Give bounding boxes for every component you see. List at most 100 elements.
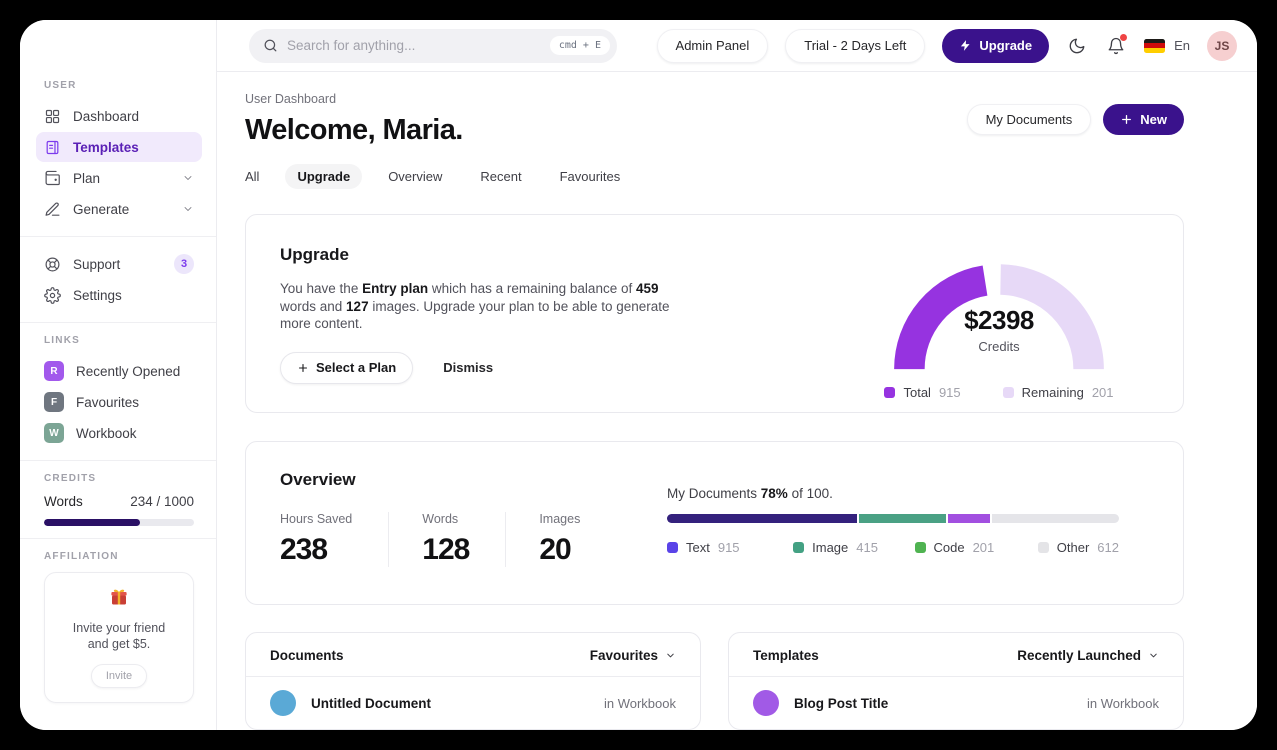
select-plan-button[interactable]: Select a Plan — [280, 351, 414, 384]
legend-item-code: Code 201 — [914, 540, 1038, 555]
sidebar-item-label: Settings — [73, 287, 122, 303]
tabs: All Upgrade Overview Recent Favourites — [245, 164, 1184, 189]
sidebar-link-label: Recently Opened — [76, 363, 181, 379]
document-name: Untitled Document — [311, 695, 431, 711]
document-avatar — [270, 690, 296, 716]
documents-stacked-bar — [667, 514, 1119, 523]
legend-swatch — [914, 542, 926, 553]
trial-badge[interactable]: Trial - 2 Days Left — [785, 28, 926, 63]
sidebar-item-label: Templates — [73, 139, 139, 155]
search-placeholder: Search for anything... — [287, 38, 416, 53]
search-shortcut-badge: cmd + E — [549, 36, 610, 55]
legend-swatch — [793, 542, 805, 553]
new-button[interactable]: New — [1103, 104, 1184, 135]
legend-item-image: Image 415 — [793, 540, 914, 555]
tab-upgrade[interactable]: Upgrade — [285, 164, 363, 189]
topbar: Search for anything... cmd + E Admin Pan… — [217, 20, 1257, 72]
document-list-item[interactable]: Untitled Document in Workbook — [246, 677, 700, 729]
search-input[interactable]: Search for anything... cmd + E — [249, 28, 617, 63]
gauge-legend: Total 915 Remaining 201 — [849, 385, 1149, 400]
sidebar-item-dashboard[interactable]: Dashboard — [36, 101, 202, 131]
template-list-item[interactable]: Blog Post Title in Workbook — [729, 677, 1183, 729]
chevron-down-icon — [184, 176, 192, 180]
dark-mode-toggle[interactable] — [1066, 35, 1088, 57]
plus-icon — [298, 363, 308, 372]
divider — [20, 460, 216, 461]
sidebar-section-affiliation: AFFILIATION — [44, 551, 119, 562]
recently-opened-avatar: R — [44, 361, 64, 381]
documents-filter-dropdown[interactable]: Favourites — [590, 648, 676, 663]
my-documents-button[interactable]: My Documents — [966, 104, 1092, 135]
template-name: Blog Post Title — [794, 695, 889, 711]
credits-row: Words 234 / 1000 — [44, 494, 194, 509]
bar-segment-text — [667, 514, 858, 523]
grid-icon — [45, 109, 60, 123]
admin-panel-button[interactable]: Admin Panel — [656, 28, 769, 63]
page-title: Welcome, Maria. — [245, 114, 463, 146]
lifebuoy-icon — [45, 257, 60, 271]
upgrade-card-title: Upgrade — [280, 245, 349, 264]
sidebar-item-label: Generate — [73, 201, 130, 217]
upgrade-button[interactable]: Upgrade — [942, 28, 1050, 63]
chevron-down-icon — [1150, 653, 1157, 658]
header-actions: My Documents New — [966, 104, 1184, 135]
language-label: En — [1174, 38, 1190, 53]
bottom-cards: Documents Favourites Untitled Document i… — [245, 632, 1184, 730]
legend-item-other: Other 612 — [1037, 540, 1119, 555]
tab-recent[interactable]: Recent — [468, 164, 533, 189]
template-avatar — [753, 690, 779, 716]
tab-all[interactable]: All — [245, 164, 271, 189]
sidebar-link-workbook[interactable]: W Workbook — [36, 418, 202, 448]
notifications-button[interactable] — [1105, 33, 1128, 57]
templates-card-header: Templates Recently Launched — [729, 633, 1183, 677]
upgrade-card-text: You have the Entry plan which has a rema… — [280, 281, 670, 331]
stat-hours-saved: Hours Saved 238 — [280, 512, 353, 566]
divider — [20, 538, 216, 539]
tab-overview[interactable]: Overview — [376, 164, 454, 189]
wallet-icon — [45, 170, 60, 185]
user-avatar[interactable]: JS — [1207, 30, 1237, 61]
legend-item-total: Total 915 — [884, 385, 961, 400]
affiliation-card: Invite your friend and get $5. Invite — [44, 572, 194, 703]
tab-favourites[interactable]: Favourites — [548, 164, 633, 189]
workbook-avatar: W — [44, 423, 64, 443]
gauge-center-text: $2398 Credits — [849, 305, 1149, 354]
main-content: User Dashboard Welcome, Maria. My Docume… — [217, 72, 1257, 730]
invite-button[interactable]: Invite — [90, 664, 148, 688]
documents-progress-label: My Documents 78% of 100. — [667, 486, 833, 501]
bar-segment-other — [991, 514, 1119, 523]
upgrade-card-left: Upgrade You have the Entry plan which ha… — [280, 245, 690, 412]
language-selector[interactable]: En — [1144, 38, 1190, 53]
divider — [20, 236, 216, 237]
divider — [20, 322, 216, 323]
overview-card-title: Overview — [280, 470, 356, 489]
moon-icon — [1069, 38, 1085, 53]
credits-value: 234 / 1000 — [130, 494, 194, 509]
sidebar-item-templates[interactable]: Templates — [36, 132, 202, 162]
sidebar-link-favourites[interactable]: F Favourites — [36, 387, 202, 417]
chevron-down-icon — [667, 653, 674, 658]
documents-card-header: Documents Favourites — [246, 633, 700, 677]
gift-icon — [111, 589, 127, 605]
templates-filter-dropdown[interactable]: Recently Launched — [1017, 648, 1159, 663]
notification-dot — [1120, 33, 1128, 41]
sidebar: USER Dashboard Templates Plan Generate S… — [20, 20, 217, 730]
upgrade-card-actions: Select a Plan Dismiss — [280, 351, 690, 384]
sidebar-item-generate[interactable]: Generate — [36, 194, 202, 224]
legend-swatch — [884, 387, 896, 398]
sidebar-link-label: Favourites — [76, 394, 140, 410]
breadcrumb: User Dashboard — [245, 92, 337, 106]
sidebar-link-label: Workbook — [76, 425, 137, 441]
templates-icon — [46, 140, 59, 154]
sidebar-item-plan[interactable]: Plan — [36, 163, 202, 193]
sidebar-item-label: Support — [73, 256, 121, 272]
sidebar-item-support[interactable]: Support 3 — [36, 249, 202, 279]
dismiss-button[interactable]: Dismiss — [443, 360, 493, 375]
credits-gauge: $2398 Credits Total 915 Remaining 201 — [849, 245, 1149, 412]
sidebar-item-settings[interactable]: Settings — [36, 280, 202, 310]
sidebar-link-recently-opened[interactable]: R Recently Opened — [36, 356, 202, 386]
bar-segment-code — [947, 514, 990, 523]
overview-card-left: Overview Hours Saved 238 Words 128 Image… — [280, 470, 616, 604]
pencil-icon — [45, 201, 60, 216]
sidebar-section-links: LINKS — [44, 335, 80, 346]
